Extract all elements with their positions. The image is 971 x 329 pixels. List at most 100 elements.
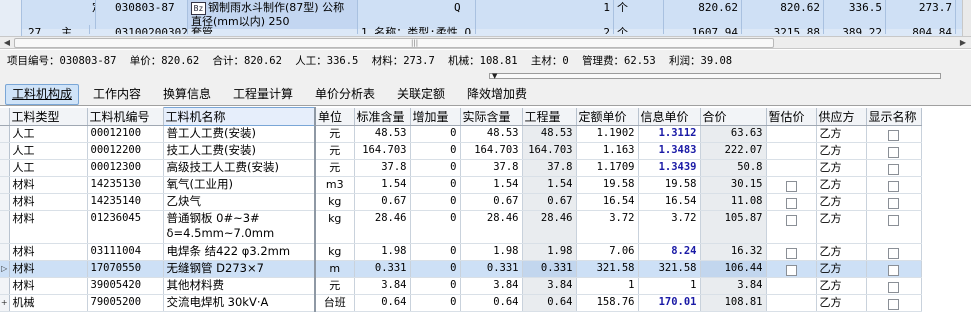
- cell-actual-qty[interactable]: 28.46: [460, 210, 523, 244]
- cell-show-name[interactable]: [866, 260, 922, 278]
- cell-unit[interactable]: m3: [315, 176, 355, 194]
- cell-show-name[interactable]: [866, 210, 922, 244]
- cell-supplier[interactable]: 乙方: [816, 277, 867, 295]
- cell-name[interactable]: 技工人工费(安装): [163, 142, 316, 160]
- cell-type[interactable]: 机械: [9, 294, 88, 312]
- cell-added-qty[interactable]: 0: [410, 125, 461, 143]
- upper-grid-row-partial[interactable]: 27 主 031002003027 套管 1.名称：类型:柔性 Q 2 个 16…: [0, 25, 962, 36]
- cell-added-qty[interactable]: 0: [410, 243, 461, 261]
- cell-added-qty[interactable]: 0: [410, 294, 461, 312]
- cell-quantity[interactable]: 3.84: [522, 277, 577, 295]
- col-header-estimate[interactable]: 暂估价: [766, 107, 817, 126]
- cell-estimate[interactable]: [766, 125, 817, 143]
- cell-estimate[interactable]: [766, 159, 817, 177]
- estimate-checkbox[interactable]: [785, 264, 797, 276]
- cell-quantity[interactable]: 164.703: [522, 142, 577, 160]
- cell-code[interactable]: 14235130: [87, 176, 164, 194]
- row-header[interactable]: [0, 277, 10, 295]
- cell-actual-qty[interactable]: 3.84: [460, 277, 523, 295]
- cell-actual-qty[interactable]: 0.67: [460, 193, 523, 211]
- upper-vertical-scrollbar[interactable]: [962, 0, 971, 36]
- cell-info-price[interactable]: 1.3112: [638, 125, 701, 143]
- cell-quantity[interactable]: 0.64: [522, 294, 577, 312]
- table-row[interactable]: 人工 00012100 普工人工费(安装) 元 48.53 0 48.53 48.53 1.19…: [0, 125, 922, 143]
- cell-quantity[interactable]: 1.54: [522, 176, 577, 194]
- cell-info-price[interactable]: 321.58: [638, 260, 701, 278]
- cell-quota-price[interactable]: 1: [576, 277, 639, 295]
- cell-info-price[interactable]: 8.24: [638, 243, 701, 261]
- row-header[interactable]: [0, 176, 10, 194]
- cell-unit[interactable]: kg: [315, 193, 355, 211]
- cell-standard-qty[interactable]: 0.331: [354, 260, 411, 278]
- cell-info-price[interactable]: 1: [638, 277, 701, 295]
- cell-total[interactable]: 50.8: [700, 159, 767, 177]
- cell-quota-price[interactable]: 19.58: [576, 176, 639, 194]
- cell-estimate[interactable]: [766, 277, 817, 295]
- cell-supplier[interactable]: 乙方: [816, 176, 867, 194]
- cell-type[interactable]: 材料: [9, 277, 88, 295]
- cell-standard-qty[interactable]: 28.46: [354, 210, 411, 244]
- cell-code[interactable]: 79005200: [87, 294, 164, 312]
- cell-unit[interactable]: m: [315, 260, 355, 278]
- panel-splitter[interactable]: ▼: [0, 72, 971, 81]
- tab-work-content[interactable]: 工作内容: [86, 84, 148, 105]
- show-name-checkbox[interactable]: [888, 281, 899, 293]
- cell-standard-qty[interactable]: 0.67: [354, 193, 411, 211]
- cell-actual-qty[interactable]: 164.703: [460, 142, 523, 160]
- table-row[interactable]: ▷ 材料 17070550 无缝钢管 D273×7 m 0.331 0 0.331 0.331 3…: [0, 260, 922, 278]
- scroll-right-arrow-icon[interactable]: ▶: [957, 38, 969, 48]
- cell-total[interactable]: 11.08: [700, 193, 767, 211]
- col-header-standard-qty[interactable]: 标准含量: [354, 107, 411, 126]
- row-header[interactable]: [0, 29, 22, 36]
- show-name-checkbox[interactable]: [888, 146, 899, 158]
- cell-name[interactable]: 普通钢板 0#~3# δ=4.5mm~7.0mm: [163, 210, 316, 244]
- cell-type[interactable]: 材料: [9, 193, 88, 211]
- cell-supplier[interactable]: 乙方: [816, 193, 867, 211]
- tab-quantity-calc[interactable]: 工程量计算: [226, 84, 300, 105]
- cell-unit[interactable]: 台班: [315, 294, 355, 312]
- table-row[interactable]: + 机械 79005200 交流电焊机 30kV·A 台班 0.64 0 0.64 0.64 15…: [0, 294, 922, 312]
- cell-supplier[interactable]: 乙方: [816, 159, 867, 177]
- cell-quota-price[interactable]: 7.06: [576, 243, 639, 261]
- show-name-checkbox[interactable]: [888, 214, 899, 226]
- cell-quantity[interactable]: 37.8: [522, 159, 577, 177]
- cell-code[interactable]: 39005420: [87, 277, 164, 295]
- cell-supplier[interactable]: 乙方: [816, 210, 867, 244]
- collapse-down-icon[interactable]: ▼: [492, 72, 497, 80]
- row-header[interactable]: [0, 210, 10, 244]
- col-header-quota-price[interactable]: 定额单价: [576, 107, 639, 126]
- col-header-added-qty[interactable]: 增加量: [410, 107, 461, 126]
- cell-added-qty[interactable]: 0: [410, 260, 461, 278]
- tab-conversion-info[interactable]: 换算信息: [156, 84, 218, 105]
- row-header[interactable]: [0, 0, 22, 31]
- table-row[interactable]: 人工 00012200 技工人工费(安装) 元 164.703 0 164.703 164.7…: [0, 142, 922, 160]
- col-header-show-name[interactable]: 显示名称: [866, 107, 922, 126]
- cell-quota-price[interactable]: 1.1902: [576, 125, 639, 143]
- cell-actual-qty[interactable]: 0.64: [460, 294, 523, 312]
- cell-quota-price[interactable]: 158.76: [576, 294, 639, 312]
- cell-standard-qty[interactable]: 0.64: [354, 294, 411, 312]
- cell-quantity[interactable]: 1.98: [522, 243, 577, 261]
- cell-added-qty[interactable]: 0: [410, 277, 461, 295]
- cell-type[interactable]: 人工: [9, 142, 88, 160]
- show-name-checkbox[interactable]: [888, 247, 899, 259]
- cell-supplier[interactable]: 乙方: [816, 243, 867, 261]
- cell-total[interactable]: 3.84: [700, 277, 767, 295]
- cell-total[interactable]: 30.15: [700, 176, 767, 194]
- table-row[interactable]: 材料 14235130 氧气(工业用) m3 1.54 0 1.54 1.54 19.58 19.…: [0, 176, 922, 194]
- cell-info-price[interactable]: 3.72: [638, 210, 701, 244]
- cell-total[interactable]: 16.32: [700, 243, 767, 261]
- cell-show-name[interactable]: [866, 142, 922, 160]
- cell-actual-qty[interactable]: 48.53: [460, 125, 523, 143]
- estimate-checkbox[interactable]: [785, 197, 797, 209]
- cell-estimate[interactable]: [766, 243, 817, 261]
- cell-added-qty[interactable]: 0: [410, 210, 461, 244]
- cell-info-price[interactable]: 1.3439: [638, 159, 701, 177]
- cell-supplier[interactable]: 乙方: [816, 260, 867, 278]
- row-header[interactable]: +: [0, 294, 10, 312]
- col-header-total[interactable]: 合价: [700, 107, 767, 126]
- cell-info-price[interactable]: 170.01: [638, 294, 701, 312]
- splitter-handle[interactable]: ▼: [489, 72, 941, 80]
- row-header[interactable]: [0, 193, 10, 211]
- cell-supplier[interactable]: 乙方: [816, 125, 867, 143]
